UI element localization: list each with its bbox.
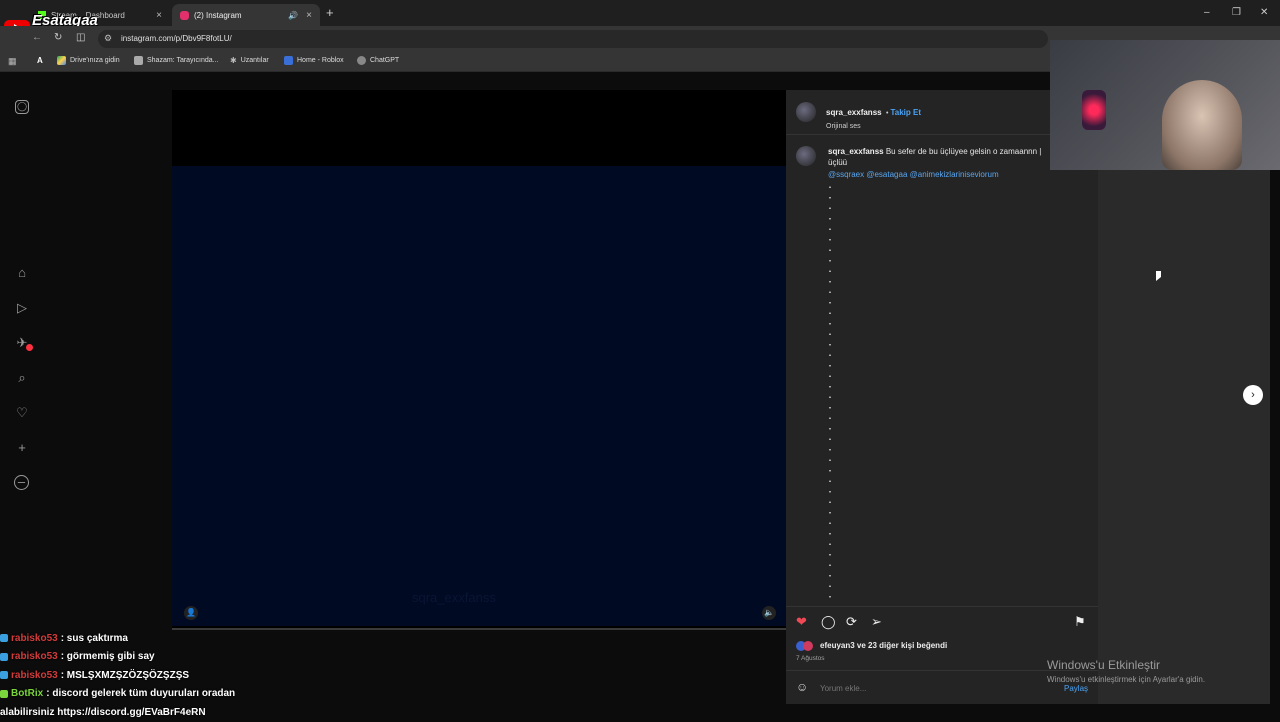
chatgpt-icon: [357, 56, 366, 65]
chat-message: rabisko53 : görmemiş gibi say: [0, 648, 480, 667]
bot-badge-icon: [0, 689, 8, 698]
likes-rest: ve 23 diğer kişi beğendi: [856, 641, 948, 650]
chat-text: : MSLŞXMZŞZÖZŞÖZŞZŞS: [60, 669, 190, 681]
chat-message: BotRix : discord gelerek tüm duyuruları …: [0, 685, 480, 704]
chat-text: : görmemiş gibi say: [60, 651, 155, 663]
subscriber-badge-icon: [0, 634, 8, 643]
audio-label[interactable]: Orijinal ses: [826, 123, 921, 130]
chat-username: rabisko53: [11, 632, 58, 644]
caption-avatar[interactable]: [796, 146, 816, 166]
mute-icon[interactable]: 🔈: [762, 606, 776, 620]
chat-text: : discord gelerek tüm duyuruları oradan: [46, 688, 236, 700]
shazam-icon: [134, 56, 143, 65]
bookmark-drive[interactable]: Drive'ınıza gidin: [57, 56, 120, 65]
likes-user[interactable]: efeuyan3: [820, 641, 855, 650]
chat-text: : sus çaktırma: [60, 632, 128, 644]
emoji-icon[interactable]: ☺: [796, 680, 808, 694]
puzzle-icon: ✱: [230, 56, 237, 65]
instagram-sidebar: ◯ ⌂ ▷ ✈ ⌕ ♡ + –: [0, 72, 45, 720]
more-icon[interactable]: –: [14, 475, 29, 490]
bookmark-roblox[interactable]: Home - Roblox: [284, 56, 344, 65]
rgb-fan-icon: [1082, 90, 1106, 130]
reload-icon[interactable]: ↻: [54, 32, 62, 43]
tab-instagram[interactable]: (2) Instagram 🔊 ×: [172, 4, 320, 26]
comment-icon[interactable]: ◯: [821, 614, 836, 630]
windows-activation-subtitle: Windows'u etkinleştirmek için Ayarlar'a …: [1047, 675, 1206, 684]
repost-icon[interactable]: ⟳: [846, 614, 857, 630]
share-comment-button[interactable]: Paylaş: [1064, 684, 1088, 693]
chat-message-continuation: alabilirsiniz https://discord.gg/EVaBrF4…: [0, 703, 480, 722]
create-icon[interactable]: +: [14, 440, 30, 456]
tagged-users-icon[interactable]: 👤: [184, 606, 198, 620]
minimize-button[interactable]: –: [1204, 7, 1210, 18]
subscriber-badge-icon: [0, 671, 8, 680]
notification-badge: [26, 344, 33, 351]
new-tab-button[interactable]: +: [326, 5, 334, 20]
liker-avatar: [803, 641, 813, 651]
close-window-button[interactable]: ✕: [1260, 7, 1268, 18]
reel-video[interactable]: sqra_exxfanss 👤 🔈: [172, 90, 786, 628]
tab-label: (2) Instagram: [194, 10, 242, 20]
streamer-face: [1162, 80, 1242, 170]
close-icon[interactable]: ×: [306, 10, 312, 21]
home-icon[interactable]: ⌂: [14, 265, 30, 281]
browser-tab-bar: Stream... Dashboard × (2) Instagram 🔊 × …: [0, 0, 1280, 26]
instagram-logo-icon[interactable]: ◯: [15, 100, 29, 114]
author-username[interactable]: sqra_exxfanss: [826, 108, 882, 117]
bookmark-shazam[interactable]: Shazam: Tarayıcında...: [134, 56, 218, 65]
chat-message: rabisko53 : sus çaktırma: [0, 629, 480, 648]
post-header: sqra_exxfanss • Takip Et Orijinal ses: [826, 102, 921, 130]
back-icon[interactable]: ←: [32, 32, 42, 43]
roblox-icon: [284, 56, 293, 65]
bookmark-extensions[interactable]: ✱ Uzantılar: [230, 56, 269, 65]
reels-icon[interactable]: ▷: [14, 300, 30, 316]
right-backdrop: [1098, 170, 1270, 704]
author-avatar[interactable]: [796, 102, 816, 122]
bookmark-chatgpt[interactable]: ChatGPT: [357, 56, 399, 65]
site-settings-icon[interactable]: ⚙: [104, 33, 112, 44]
like-button[interactable]: ❤: [796, 614, 807, 630]
heart-icon[interactable]: ♡: [14, 405, 30, 421]
instagram-icon: [180, 10, 189, 20]
chat-message: rabisko53 : MSLŞXMZŞZÖZŞÖZŞZŞS: [0, 666, 480, 685]
url-text: instagram.com/p/Dbv9F8fotLU/: [121, 34, 232, 43]
caption-dots: [828, 182, 832, 602]
bookmark-a-icon[interactable]: A: [37, 56, 43, 65]
chat-username: rabisko53: [11, 651, 58, 663]
liker-avatars: [796, 641, 820, 651]
maximize-button[interactable]: ❐: [1232, 7, 1241, 18]
next-post-button[interactable]: ›: [1243, 385, 1263, 405]
search-icon[interactable]: ⌕: [14, 370, 30, 386]
webcam-overlay: [1050, 40, 1280, 170]
chat-username: rabisko53: [11, 669, 58, 681]
caption-username[interactable]: sqra_exxfanss: [828, 147, 884, 156]
close-icon[interactable]: ×: [156, 10, 162, 21]
likes-summary[interactable]: efeuyan3 ve 23 diğer kişi beğendi: [820, 641, 947, 650]
speaker-icon[interactable]: 🔊: [288, 11, 298, 20]
apps-icon[interactable]: ▦: [8, 56, 17, 67]
drive-icon: [57, 56, 66, 65]
actions-divider: [786, 606, 1098, 607]
stream-chat: rabisko53 : sus çaktırma rabisko53 : gör…: [0, 629, 480, 722]
follow-button[interactable]: Takip Et: [890, 108, 921, 117]
post-panel: sqra_exxfanss • Takip Et Orijinal ses sq…: [786, 90, 1098, 704]
subscriber-badge-icon: [0, 652, 8, 661]
mouse-cursor-icon: [1156, 271, 1161, 281]
comment-input[interactable]: [820, 682, 1050, 694]
chat-username: BotRix: [11, 688, 44, 700]
share-icon[interactable]: ➢: [871, 614, 882, 630]
save-icon[interactable]: ⚑: [1074, 614, 1086, 630]
chat-text: alabilirsiniz https://discord.gg/EVaBrF4…: [0, 706, 206, 718]
caption-mentions[interactable]: @ssqraex @esatagaa @animekizlarinisevior…: [828, 169, 1054, 180]
windows-activation-title: Windows'u Etkinleştir: [1047, 658, 1160, 672]
post-date: 7 Ağustos: [796, 655, 825, 662]
post-caption: sqra_exxfanss Bu sefer de bu üçlüyee gel…: [828, 146, 1054, 180]
split-view-icon[interactable]: ◫: [76, 32, 85, 43]
video-frame: sqra_exxfanss: [172, 166, 786, 626]
video-watermark: sqra_exxfanss: [412, 590, 496, 605]
address-bar[interactable]: ⚙ instagram.com/p/Dbv9F8fotLU/: [98, 30, 1048, 48]
